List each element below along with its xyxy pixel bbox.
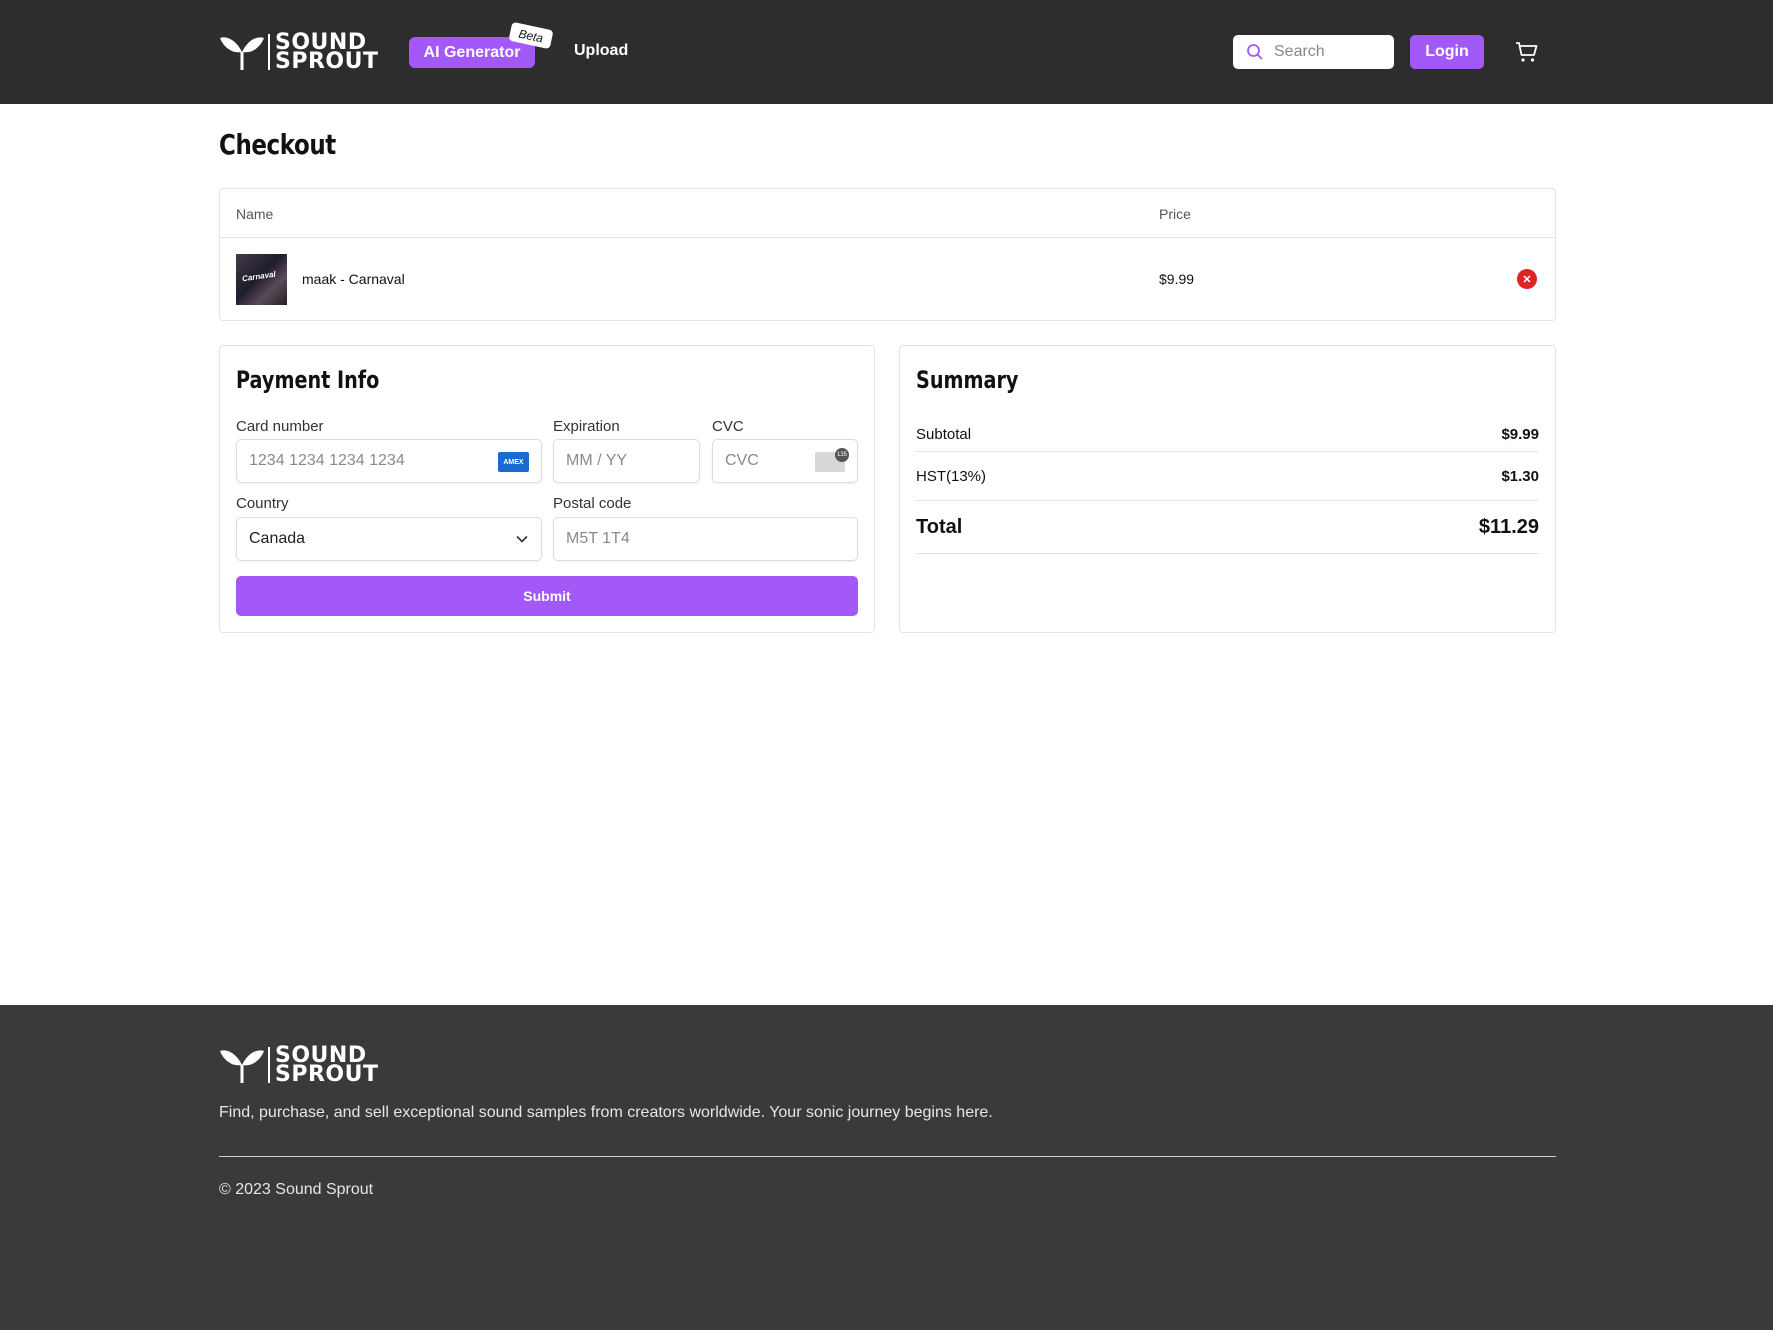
expiration-label: Expiration bbox=[553, 418, 620, 435]
logo-divider bbox=[268, 1047, 270, 1083]
country-select[interactable]: Canada bbox=[236, 517, 542, 561]
site-footer: SOUND SPROUT Find, purchase, and sell ex… bbox=[0, 1005, 1773, 1330]
summary-title: Summary bbox=[916, 366, 1019, 394]
total-row: Total $11.29 bbox=[916, 501, 1539, 554]
cvc-input[interactable] bbox=[725, 452, 812, 470]
column-header-price: Price bbox=[1159, 206, 1191, 222]
expiration-field[interactable] bbox=[553, 439, 700, 483]
footer-logo[interactable]: SOUND SPROUT bbox=[219, 1045, 379, 1087]
logo-divider bbox=[268, 34, 270, 70]
footer-divider bbox=[219, 1156, 1556, 1157]
tax-row: HST(13%) $1.30 bbox=[916, 452, 1539, 501]
chevron-down-icon bbox=[516, 535, 528, 543]
submit-button[interactable]: Submit bbox=[236, 576, 858, 616]
logo-wordmark: SOUND SPROUT bbox=[275, 1045, 379, 1087]
logo-line-2: SPROUT bbox=[275, 49, 379, 74]
brand-logo[interactable]: SOUND SPROUT bbox=[219, 32, 379, 74]
cart-table-header: Name Price bbox=[220, 189, 1555, 238]
sprout-logo-icon bbox=[220, 37, 264, 70]
item-thumbnail: Carnaval bbox=[236, 254, 287, 305]
copyright-text: © 2023 Sound Sprout bbox=[219, 1181, 374, 1198]
tax-label: HST(13%) bbox=[916, 467, 987, 485]
card-number-field[interactable]: AMEX bbox=[236, 439, 542, 483]
card-number-label: Card number bbox=[236, 418, 324, 435]
cart-table: Name Price Carnaval maak - Carnaval $9.9… bbox=[219, 188, 1556, 321]
logo-line-2: SPROUT bbox=[275, 1062, 379, 1087]
total-label: Total bbox=[916, 515, 963, 538]
search-box[interactable] bbox=[1233, 35, 1394, 69]
footer-tagline: Find, purchase, and sell exceptional sou… bbox=[219, 1104, 993, 1121]
postal-code-label: Postal code bbox=[553, 495, 632, 512]
subtotal-row: Subtotal $9.99 bbox=[916, 418, 1539, 452]
page-title: Checkout bbox=[219, 128, 336, 161]
column-header-name: Name bbox=[236, 206, 274, 222]
expiration-input[interactable] bbox=[566, 452, 668, 470]
total-value: $11.29 bbox=[1478, 515, 1539, 538]
country-value: Canada bbox=[249, 530, 306, 547]
upload-link[interactable]: Upload bbox=[574, 42, 628, 60]
logo-wordmark: SOUND SPROUT bbox=[275, 32, 379, 74]
payment-info-card: Payment Info Card number AMEX Expiration… bbox=[219, 345, 875, 633]
item-name[interactable]: maak - Carnaval bbox=[302, 271, 405, 287]
postal-code-field[interactable] bbox=[553, 517, 858, 561]
table-row: Carnaval maak - Carnaval $9.99 ✕ bbox=[220, 238, 1555, 321]
sprout-logo-icon bbox=[220, 1050, 264, 1083]
cvc-card-icon: 135 bbox=[815, 448, 849, 472]
thumbnail-text: Carnaval bbox=[241, 269, 277, 284]
cvc-field[interactable]: 135 bbox=[712, 439, 858, 483]
card-number-input[interactable] bbox=[249, 452, 462, 470]
subtotal-label: Subtotal bbox=[916, 426, 972, 443]
country-label: Country bbox=[236, 495, 289, 512]
postal-code-input[interactable] bbox=[566, 530, 779, 548]
remove-item-button[interactable]: ✕ bbox=[1517, 269, 1537, 289]
cart-icon[interactable] bbox=[1515, 40, 1539, 64]
close-icon: ✕ bbox=[1522, 273, 1532, 286]
search-input[interactable] bbox=[1274, 43, 1384, 61]
payment-title: Payment Info bbox=[236, 366, 380, 394]
login-button[interactable]: Login bbox=[1410, 35, 1484, 69]
summary-card: Summary Subtotal $9.99 HST(13%) $1.30 To… bbox=[899, 345, 1556, 633]
amex-card-icon: AMEX bbox=[498, 452, 529, 472]
search-icon bbox=[1247, 44, 1263, 60]
cvc-label: CVC bbox=[712, 418, 744, 435]
site-header: SOUND SPROUT AI Generator Beta Upload Lo… bbox=[0, 0, 1773, 104]
tax-value: $1.30 bbox=[1501, 467, 1539, 485]
subtotal-value: $9.99 bbox=[1501, 426, 1539, 443]
item-price: $9.99 bbox=[1159, 271, 1195, 287]
